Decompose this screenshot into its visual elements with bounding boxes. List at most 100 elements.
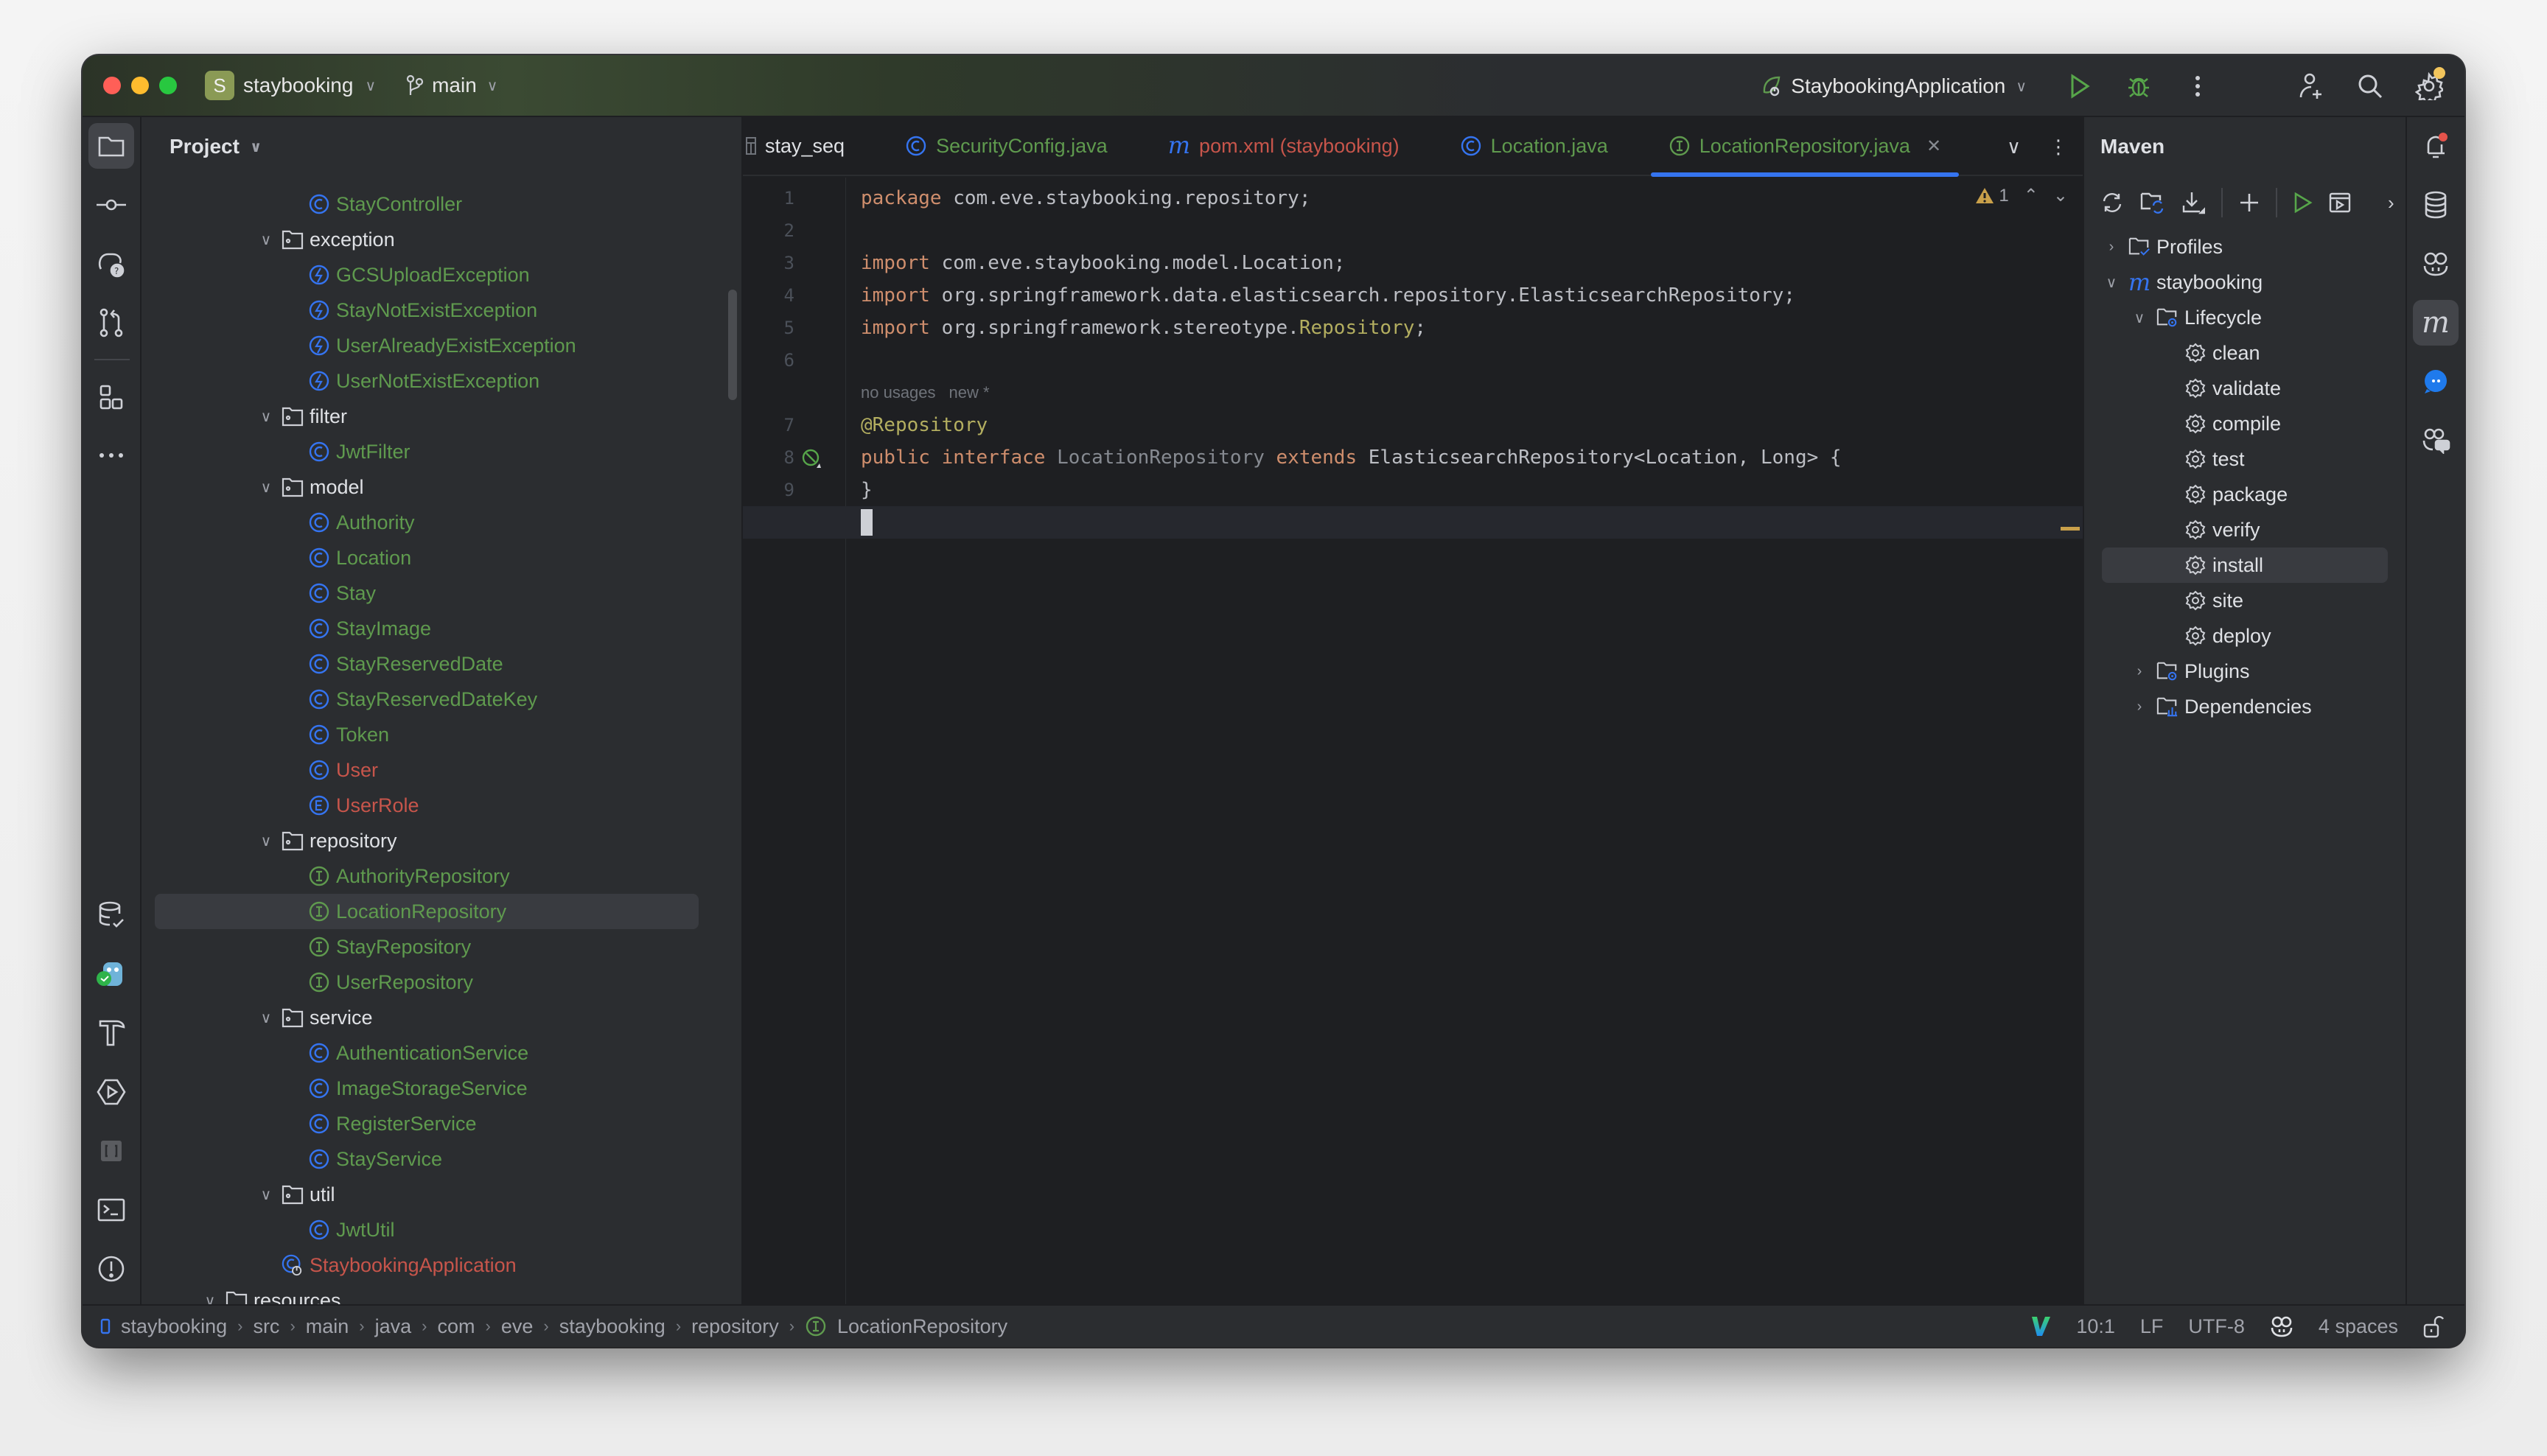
breadcrumb-item[interactable]: eve [501, 1315, 534, 1338]
reload-projects-icon[interactable] [2140, 191, 2165, 214]
editor-tab[interactable]: SecurityConfig.java [887, 116, 1125, 175]
author-hint[interactable]: new * [949, 383, 990, 402]
commit-icon[interactable] [88, 182, 134, 228]
implemented-icon[interactable] [800, 447, 822, 469]
warning-stripe-marker[interactable] [2061, 527, 2080, 531]
branch-selector[interactable]: main ∨ [405, 74, 497, 97]
indent-setting[interactable]: 4 spaces [2319, 1315, 2398, 1338]
maven-tree-item[interactable]: compile [2084, 406, 2406, 441]
add-user-icon[interactable] [2288, 63, 2335, 110]
project-panel-header[interactable]: Project ∨ [142, 117, 741, 176]
chevron-down-icon[interactable]: ∨ [2130, 309, 2149, 327]
run-configuration-selector[interactable]: StaybookingApplication ∨ [1760, 74, 2027, 98]
maven-tree-item[interactable]: install [2084, 547, 2406, 583]
terminal-icon[interactable] [88, 1187, 134, 1233]
chevron-down-icon[interactable]: ∨ [256, 407, 276, 426]
more-icon[interactable] [2174, 63, 2221, 110]
inlay-hint[interactable]: no usages new * [846, 377, 2083, 409]
read-only-toggle-icon[interactable] [2423, 1315, 2444, 1338]
project-tree-item[interactable]: Stay [142, 575, 741, 611]
project-tree-item[interactable]: JwtFilter [142, 434, 741, 469]
project-tree-item[interactable]: ∨ repository [142, 823, 741, 858]
tab-list-chevron-icon[interactable]: ∨ [2007, 136, 2021, 158]
project-tree-item[interactable]: AuthorityRepository [142, 858, 741, 894]
project-tree-item[interactable]: ∨ resources [142, 1283, 741, 1304]
project-tree-item[interactable]: StayController [142, 186, 741, 222]
caret-position[interactable]: 10:1 [2076, 1315, 2115, 1338]
copilot-icon[interactable] [2413, 241, 2459, 287]
maven-tree-item[interactable]: ∨ m staybooking [2084, 265, 2406, 300]
problems-icon[interactable] [88, 1246, 134, 1292]
maven-tree-item[interactable]: › Plugins [2084, 654, 2406, 689]
chat-icon[interactable] [2413, 359, 2459, 405]
maven-tree-item[interactable]: ∨ Lifecycle [2084, 300, 2406, 335]
run-icon[interactable] [2293, 192, 2313, 213]
project-tree-item[interactable]: Token [142, 717, 741, 752]
editor-tab[interactable]: Location.java [1442, 116, 1626, 175]
download-icon[interactable] [2181, 191, 2205, 214]
ai-assistant-icon[interactable]: ? [88, 241, 134, 287]
project-tree-item[interactable]: ∨ exception [142, 222, 741, 257]
maven-icon[interactable]: m [2413, 300, 2459, 346]
project-tree-item[interactable]: ImageStorageService [142, 1071, 741, 1106]
breadcrumb-item[interactable]: repository [691, 1315, 779, 1338]
database-icon[interactable] [88, 892, 134, 938]
maven-tree-item[interactable]: test [2084, 441, 2406, 477]
pull-requests-icon[interactable] [88, 300, 134, 346]
chevron-down-icon[interactable]: ∨ [256, 832, 276, 850]
editor-tab[interactable]: LocationRepository.java ✕ [1650, 116, 1960, 177]
breadcrumb-item[interactable]: src [253, 1315, 279, 1338]
services-icon[interactable] [88, 1069, 134, 1115]
database-icon[interactable] [2413, 182, 2459, 228]
previous-highlight-icon[interactable]: ⌃ [2024, 185, 2038, 206]
debug-icon[interactable] [2115, 63, 2162, 110]
project-tree-item[interactable]: ∨ service [142, 1000, 741, 1035]
project-tree-item[interactable]: LocationRepository [142, 894, 741, 929]
project-tree-item[interactable]: Location [142, 540, 741, 575]
project-tree-item[interactable]: StayRepository [142, 929, 741, 965]
project-tree-item[interactable]: UserNotExistException [142, 363, 741, 399]
breadcrumb-item[interactable]: com [437, 1315, 475, 1338]
minimize-window-button[interactable] [131, 77, 149, 94]
project-tree-item[interactable]: RegisterService [142, 1106, 741, 1141]
project-tree-item[interactable]: ∨ model [142, 469, 741, 505]
maven-tree-item[interactable]: › Profiles [2084, 229, 2406, 265]
close-window-button[interactable] [103, 77, 121, 94]
project-tree-item[interactable]: StaybookingApplication [142, 1247, 741, 1283]
line-ending[interactable]: LF [2140, 1315, 2164, 1338]
maven-tree-item[interactable]: site [2084, 583, 2406, 618]
vim-plugin-icon[interactable] [2030, 1315, 2051, 1337]
project-tree-item[interactable]: User [142, 752, 741, 788]
chevron-down-icon[interactable]: ∨ [2102, 273, 2121, 292]
add-icon[interactable] [2239, 192, 2260, 213]
code-area[interactable]: package com.eve.staybooking.repository; i… [743, 178, 2083, 1304]
expand-toolbar-icon[interactable]: › [2388, 192, 2394, 214]
tab-more-icon[interactable]: ⋮ [2049, 136, 2068, 158]
close-tab-icon[interactable]: ✕ [1926, 136, 1941, 157]
copilot-status-icon[interactable] [2270, 1315, 2293, 1337]
notifications-icon[interactable] [2413, 123, 2459, 169]
project-tree-item[interactable]: StayReservedDateKey [142, 682, 741, 717]
project-selector[interactable]: S staybooking ∨ [205, 71, 376, 100]
project-icon[interactable] [88, 123, 134, 169]
more-tools-icon[interactable] [88, 433, 134, 478]
editor-tab[interactable]: m pom.xml (staybooking) [1150, 116, 1417, 175]
maven-tree-item[interactable]: deploy [2084, 618, 2406, 654]
project-tree-item[interactable]: StayNotExistException [142, 293, 741, 328]
breadcrumb-item[interactable]: staybooking [559, 1315, 665, 1338]
project-tree-item[interactable]: AuthenticationService [142, 1035, 741, 1071]
execute-goal-icon[interactable] [2329, 192, 2351, 213]
usages-hint[interactable]: no usages [861, 383, 936, 402]
project-tree-item[interactable]: Authority [142, 505, 741, 540]
project-scrollbar[interactable] [728, 290, 737, 400]
chevron-right-icon[interactable]: › [2102, 239, 2121, 256]
json-icon[interactable] [88, 1128, 134, 1174]
breadcrumb-item[interactable]: main [306, 1315, 349, 1338]
structure-icon[interactable] [88, 375, 134, 421]
breadcrumb-item[interactable]: LocationRepository [837, 1315, 1007, 1338]
project-tree-item[interactable]: StayReservedDate [142, 646, 741, 682]
editor-tab[interactable]: stay_seq [743, 116, 862, 175]
reload-icon[interactable] [2100, 192, 2124, 214]
search-icon[interactable] [2347, 63, 2394, 110]
zoom-window-button[interactable] [159, 77, 177, 94]
